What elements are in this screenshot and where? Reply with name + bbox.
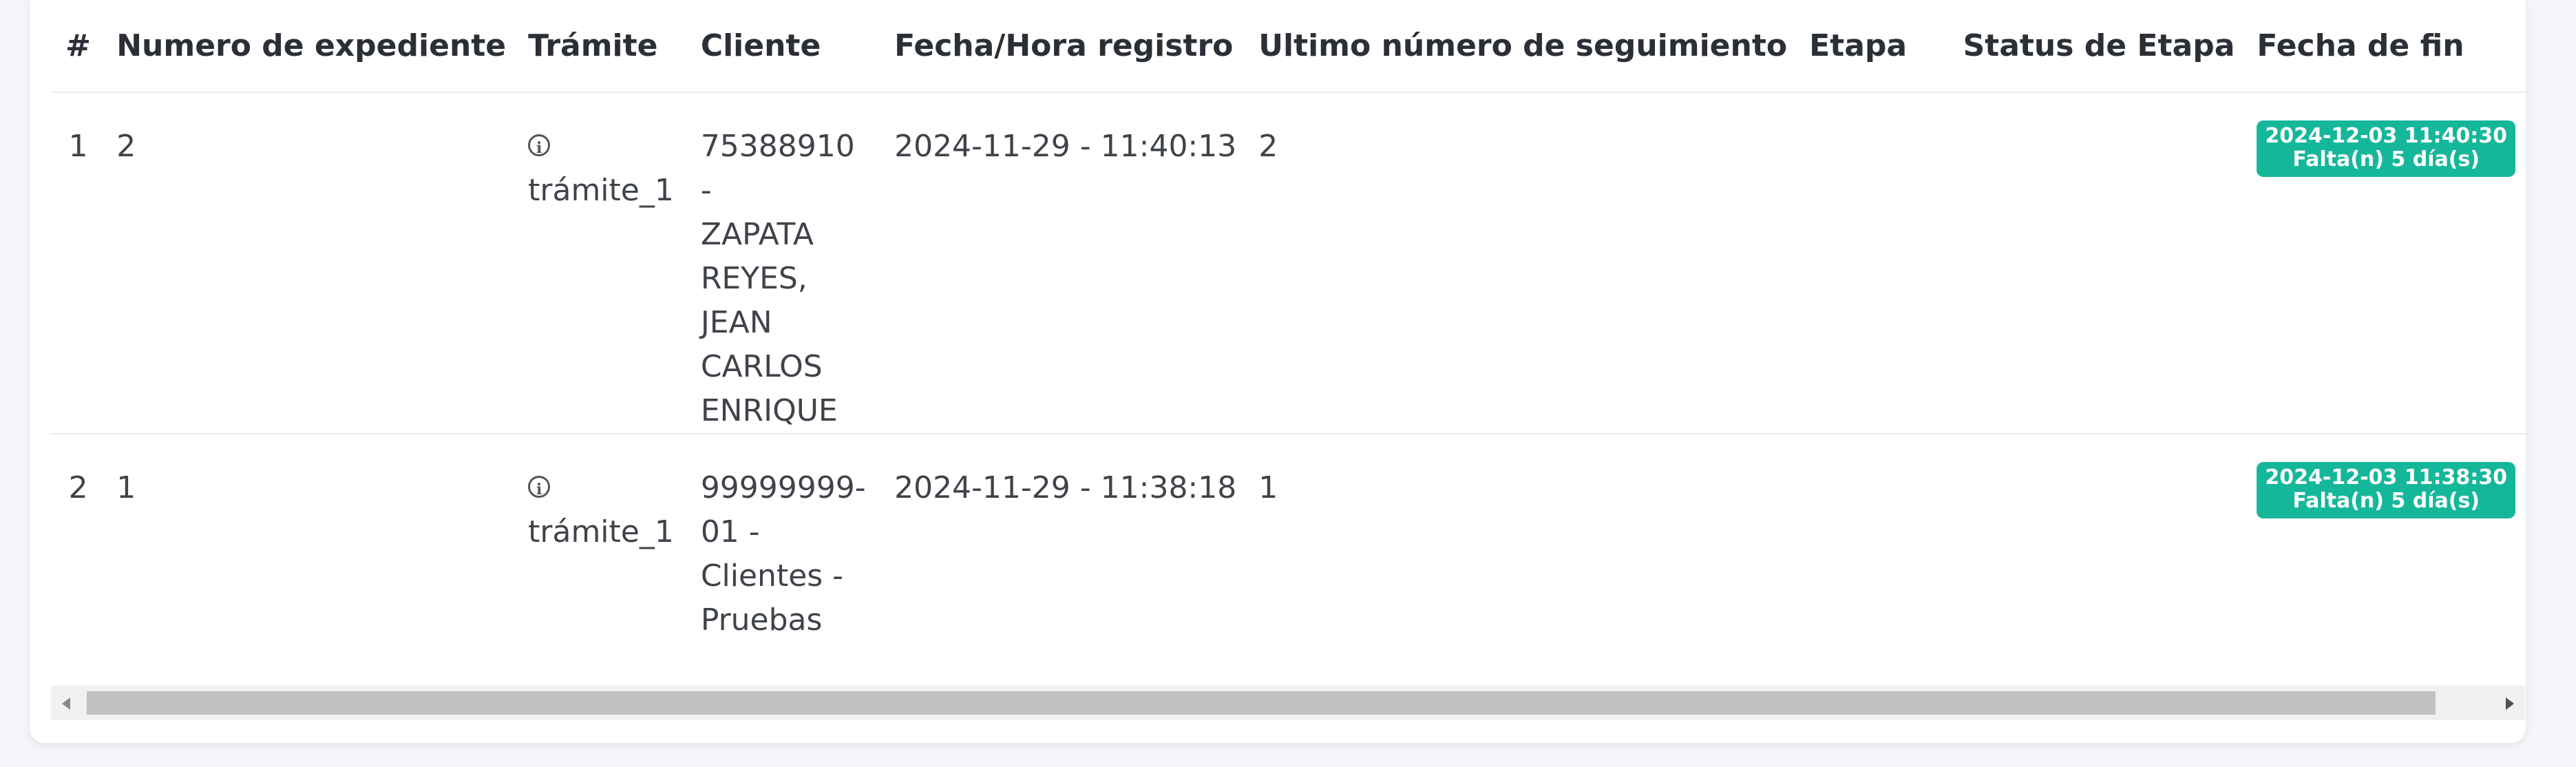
- expedientes-table: # Numero de expediente Trámite Cliente F…: [51, 0, 2526, 661]
- cliente-line: ZAPATA: [700, 217, 814, 252]
- info-circle-icon[interactable]: [528, 126, 551, 170]
- cliente-line: Pruebas: [700, 602, 823, 638]
- cliente-line: REYES,: [700, 261, 807, 296]
- cell-ultimo-seguimiento: 2: [1247, 92, 1799, 434]
- table-row[interactable]: 2 1 trámite_1 99999999- 01 - Clientes - …: [51, 434, 2526, 661]
- cliente-line: Clientes -: [700, 558, 844, 593]
- cell-status-etapa: [1952, 434, 2246, 661]
- info-circle-icon[interactable]: [528, 467, 551, 512]
- cell-index: 1: [51, 92, 106, 434]
- cliente-line: ENRIQUE: [700, 393, 838, 428]
- cell-expediente: 1: [105, 434, 518, 661]
- cell-fecha-registro: 2024-11-29 - 11:38:18: [883, 434, 1248, 661]
- badge-date: 2024-12-03 11:38:30: [2265, 465, 2507, 490]
- badge-date: 2024-12-03 11:40:30: [2265, 124, 2507, 148]
- cliente-line: CARLOS: [700, 349, 823, 384]
- horizontal-scrollbar[interactable]: [51, 686, 2525, 720]
- cell-index: 2: [51, 434, 106, 661]
- cell-fecha-fin: 2024-12-03 11:40:30 Falta(n) 5 día(s): [2246, 92, 2526, 434]
- cell-expediente: 2: [105, 92, 518, 434]
- cell-fecha-registro: 2024-11-29 - 11:40:13: [883, 92, 1248, 434]
- header-cliente[interactable]: Cliente: [689, 0, 884, 93]
- cell-tramite: trámite_1: [517, 92, 690, 434]
- cell-ultimo-seguimiento: 1: [1247, 434, 1799, 661]
- badge-remaining: Falta(n) 5 día(s): [2292, 489, 2480, 513]
- cell-status-etapa: [1952, 92, 2246, 434]
- header-tramite[interactable]: Trámite: [517, 0, 690, 93]
- tramite-name: trámite_1: [528, 173, 674, 208]
- table-header-row: # Numero de expediente Trámite Cliente F…: [51, 0, 2526, 93]
- cell-cliente: 99999999- 01 - Clientes - Pruebas: [689, 434, 884, 661]
- header-ultimo-seguimiento[interactable]: Ultimo número de seguimiento: [1247, 0, 1799, 93]
- cliente-line: JEAN: [700, 305, 772, 340]
- header-status-etapa[interactable]: Status de Etapa: [1952, 0, 2246, 93]
- badge-remaining: Falta(n) 5 día(s): [2292, 147, 2480, 171]
- arrow-left-icon[interactable]: [62, 697, 70, 710]
- header-etapa[interactable]: Etapa: [1798, 0, 1952, 93]
- scrollbar-thumb[interactable]: [87, 691, 2436, 715]
- cell-etapa: [1798, 434, 1952, 661]
- cell-cliente: 75388910 - ZAPATA REYES, JEAN CARLOS ENR…: [689, 92, 884, 434]
- cell-etapa: [1798, 92, 1952, 434]
- fecha-fin-badge: 2024-12-03 11:38:30 Falta(n) 5 día(s): [2257, 462, 2515, 518]
- header-fecha-fin[interactable]: Fecha de fin: [2246, 0, 2526, 93]
- header-fecha-registro[interactable]: Fecha/Hora registro: [883, 0, 1248, 93]
- header-expediente[interactable]: Numero de expediente: [105, 0, 518, 93]
- cliente-line: 75388910 -: [700, 129, 855, 208]
- header-index[interactable]: #: [51, 0, 106, 93]
- arrow-right-icon[interactable]: [2506, 697, 2514, 710]
- table-row[interactable]: 1 2 trámite_1 75388910 - ZAPATA REYES, J…: [51, 92, 2526, 434]
- cliente-line: 99999999-: [700, 470, 866, 505]
- cell-fecha-fin: 2024-12-03 11:38:30 Falta(n) 5 día(s): [2246, 434, 2526, 661]
- table-container: # Numero de expediente Trámite Cliente F…: [51, 0, 2526, 661]
- cell-tramite: trámite_1: [517, 434, 690, 661]
- cliente-line: 01 -: [700, 514, 760, 549]
- tramite-name: trámite_1: [528, 514, 674, 549]
- fecha-fin-badge: 2024-12-03 11:40:30 Falta(n) 5 día(s): [2257, 120, 2515, 177]
